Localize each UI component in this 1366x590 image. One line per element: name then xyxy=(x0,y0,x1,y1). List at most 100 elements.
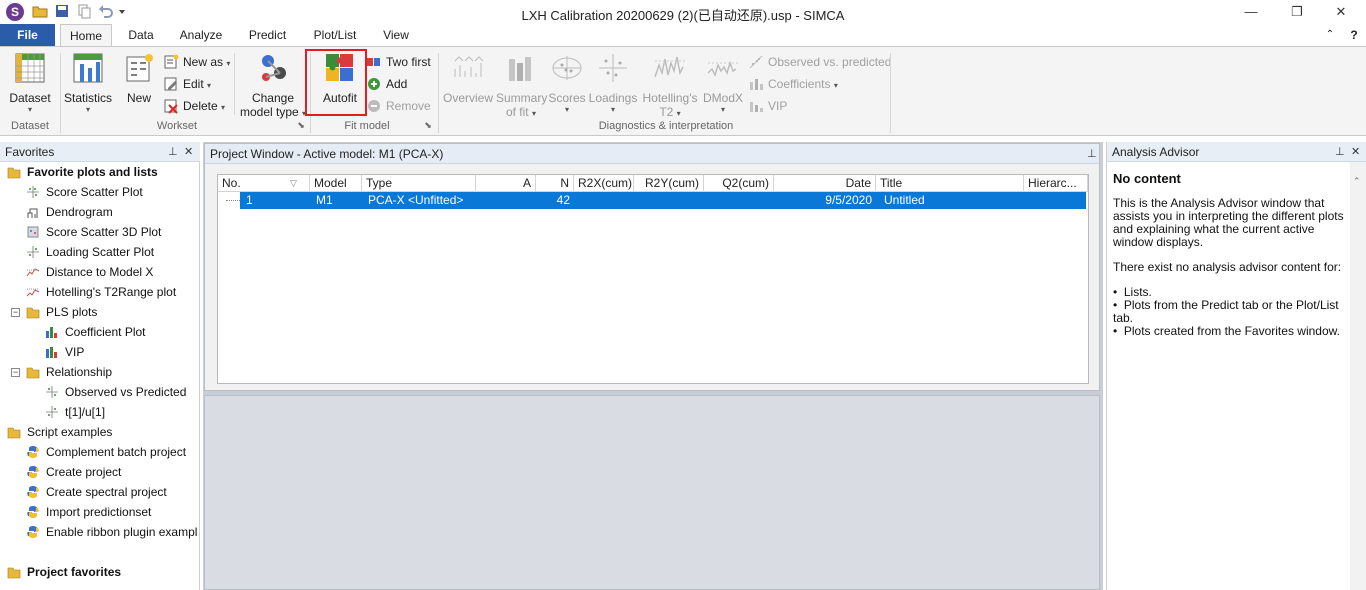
dataset-icon xyxy=(15,53,45,83)
folder-icon xyxy=(26,307,40,319)
advisor-content: No content This is the Analysis Advisor … xyxy=(1113,172,1345,338)
new-workset-icon xyxy=(126,54,153,82)
column-header-type[interactable]: Type xyxy=(362,175,476,191)
pin-icon[interactable]: ⊥ xyxy=(168,142,178,162)
add-component-button[interactable]: Add xyxy=(366,75,407,93)
plus-icon xyxy=(368,78,380,90)
column-header-hierarchy[interactable]: Hierarc... xyxy=(1024,175,1088,191)
python-icon xyxy=(27,446,39,458)
tree-item-enable-ribbon-plugin[interactable]: Enable ribbon plugin exampl xyxy=(26,522,200,542)
tab-home[interactable]: Home xyxy=(60,24,112,47)
overview-button[interactable]: Overview xyxy=(442,51,494,105)
observed-vs-predicted-button[interactable]: Observed vs. predicted xyxy=(748,53,891,71)
close-panel-icon[interactable]: ✕ xyxy=(1351,142,1360,162)
summary-of-fit-button[interactable]: Summary of fit ▾ xyxy=(496,51,547,119)
pin-icon[interactable]: ⊥ xyxy=(1087,144,1097,164)
edit-button[interactable]: Edit ▾ xyxy=(163,75,211,93)
dendrogram-icon xyxy=(27,208,38,218)
project-window-header: Project Window - Active model: M1 (PCA-X… xyxy=(205,144,1099,164)
close-button[interactable]: ✕ xyxy=(1318,0,1364,24)
advisor-bullet: • Plots created from the Favorites windo… xyxy=(1113,324,1340,338)
vip-button[interactable]: VIP xyxy=(748,97,787,115)
fit-model-group-label: Fit model xyxy=(344,120,390,132)
column-header-title[interactable]: Title xyxy=(876,175,1024,191)
empty-document-pane xyxy=(204,395,1100,590)
change-model-type-button[interactable]: Change model type ▾ xyxy=(238,51,308,119)
models-table: No. ▽ Model Type A N R2X(cum) R2Y(cum) Q2… xyxy=(217,174,1089,384)
workset-group-label: Workset xyxy=(156,120,198,132)
tab-view[interactable]: View xyxy=(374,24,418,46)
column-header-q2[interactable]: Q2(cum) xyxy=(704,175,774,191)
dataset-button[interactable]: Dataset ▾ xyxy=(6,51,54,114)
collapse-relationship-icon[interactable]: − xyxy=(11,368,20,377)
table-row[interactable]: 1 M1 PCA-X <Unfitted> 42 9/5/2020 Untitl… xyxy=(240,192,1086,209)
delete-button[interactable]: Delete ▾ xyxy=(163,97,225,115)
bar-chart-icon xyxy=(46,327,57,338)
workset-dialog-launcher-icon[interactable]: ⬊ xyxy=(295,120,307,131)
tab-predict[interactable]: Predict xyxy=(240,24,295,46)
tab-data[interactable]: Data xyxy=(120,24,162,46)
hotellings-t2-button[interactable]: Hotelling's T2 ▾ xyxy=(640,51,700,119)
hotellings-icon xyxy=(654,56,685,78)
vip-icon xyxy=(750,102,763,112)
loadings-button[interactable]: Loadings ▾ xyxy=(588,51,638,114)
two-first-button[interactable]: Two first xyxy=(366,53,431,71)
project-window: Project Window - Active model: M1 (PCA-X… xyxy=(204,143,1100,391)
advisor-bullet: • Plots from the Predict tab or the Plot… xyxy=(1113,298,1339,325)
python-icon xyxy=(27,486,39,498)
cell-model: M1 xyxy=(316,193,333,207)
scores-button[interactable]: Scores ▾ xyxy=(546,51,588,114)
cell-no: 1 xyxy=(246,193,253,207)
python-icon xyxy=(27,506,39,518)
delete-icon xyxy=(164,99,178,114)
cell-n: 42 xyxy=(556,193,570,207)
python-icon xyxy=(27,466,39,478)
maximize-button[interactable]: ❐ xyxy=(1274,0,1320,24)
statistics-icon xyxy=(73,53,103,83)
help-icon[interactable]: ? xyxy=(1344,24,1364,46)
column-header-date[interactable]: Date xyxy=(774,175,876,191)
dmodx-icon xyxy=(707,60,738,77)
close-panel-icon[interactable]: ✕ xyxy=(184,142,193,162)
cell-type: PCA-X <Unfitted> xyxy=(368,193,464,207)
new-workset-button[interactable]: New xyxy=(120,51,158,105)
ribbon-tabs: File Home Data Analyze Predict Plot/List… xyxy=(0,24,1366,47)
favorites-panel: Favorites ⊥ ✕ Favorite plots and lists S… xyxy=(0,142,200,590)
python-icon xyxy=(27,526,39,538)
column-header-model[interactable]: Model xyxy=(310,175,362,191)
advisor-intro: This is the Analysis Advisor window that… xyxy=(1113,196,1344,249)
coefficients-button[interactable]: Coefficients ▾ xyxy=(748,75,838,93)
collapse-pls-plots-icon[interactable]: − xyxy=(11,308,20,317)
dmodx-button[interactable]: DModX ▾ xyxy=(700,51,746,114)
column-header-a[interactable]: A xyxy=(476,175,536,191)
advisor-scrollbar[interactable]: ⌃ xyxy=(1350,162,1366,590)
summary-of-fit-icon xyxy=(509,57,531,81)
puzzle-icon xyxy=(326,54,353,81)
collapse-ribbon-icon[interactable]: ⌃ xyxy=(1320,24,1340,46)
column-header-no[interactable]: No. ▽ xyxy=(218,175,310,191)
tab-analyze[interactable]: Analyze xyxy=(172,24,230,46)
column-header-r2y[interactable]: R2Y(cum) xyxy=(634,175,704,191)
ribbon: Dataset ▾ Dataset Statistics ▾ New New a… xyxy=(0,46,1366,136)
folder-icon xyxy=(26,367,40,379)
scatter-plot-icon xyxy=(27,246,39,258)
minimize-button[interactable]: — xyxy=(1228,0,1274,24)
remove-component-button[interactable]: Remove xyxy=(366,97,431,115)
fit-model-dialog-launcher-icon[interactable]: ⬊ xyxy=(422,120,434,131)
tab-plot-list[interactable]: Plot/List xyxy=(306,24,364,46)
scroll-up-icon[interactable]: ⌃ xyxy=(1353,176,1361,187)
minus-icon xyxy=(368,100,380,112)
new-as-button[interactable]: New as ▾ xyxy=(163,53,230,71)
statistics-button[interactable]: Statistics ▾ xyxy=(62,51,114,114)
favorites-header: Favorites ⊥ ✕ xyxy=(0,142,200,162)
autofit-button[interactable]: Autofit xyxy=(312,51,368,105)
column-header-n[interactable]: N xyxy=(536,175,574,191)
folder-icon xyxy=(7,427,21,439)
tab-file[interactable]: File xyxy=(0,24,55,46)
column-header-r2x[interactable]: R2X(cum) xyxy=(574,175,634,191)
dataset-group-label: Dataset xyxy=(11,120,49,132)
pin-icon[interactable]: ⊥ xyxy=(1335,142,1345,162)
scatter-3d-icon xyxy=(27,226,39,238)
cell-date: 9/5/2020 xyxy=(825,193,872,207)
two-first-icon xyxy=(367,58,380,66)
